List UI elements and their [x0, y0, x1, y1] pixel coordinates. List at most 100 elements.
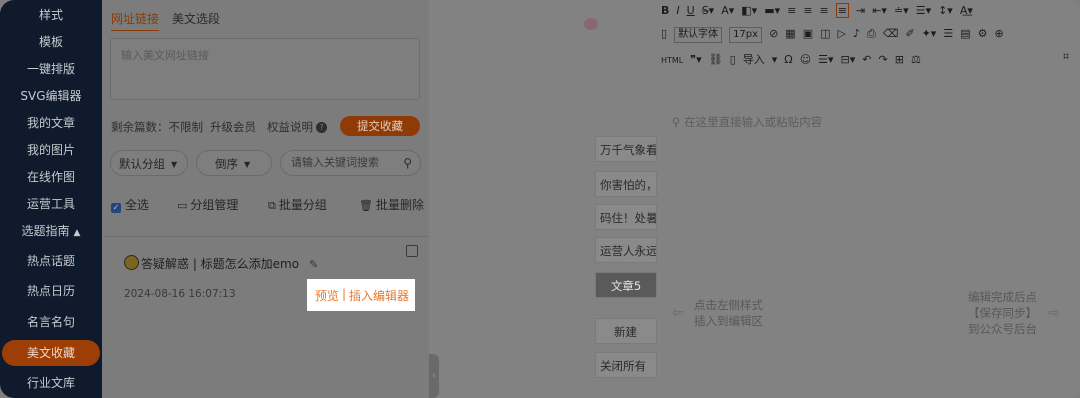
article-item[interactable]: 码住！处暑 [595, 204, 657, 230]
sidebar-item-my-images[interactable]: 我的图片 [0, 142, 102, 158]
gallery-icon[interactable]: ◫ [820, 27, 830, 40]
sidebar-item-style[interactable]: 样式 [0, 7, 102, 23]
zoom-icon[interactable]: ⊕ [995, 27, 1004, 40]
edit-pencil-icon[interactable]: ✎ [309, 258, 318, 271]
group-select[interactable]: 默认分组 ▼ [110, 150, 188, 176]
link-icon[interactable]: ⛓ [709, 53, 723, 66]
toolbar-row-1: B I U S̶▾ A▾ ◧▾ ▬▾ ≡ ≡ ≡ ≡ ⇥ ⇤▾ ≐▾ ☰▾ ↕▾ A͟▾ [661, 3, 980, 18]
sidebar-item-ops-tools[interactable]: 运营工具 [0, 196, 102, 212]
article-item[interactable]: 万千气象看 [595, 136, 657, 162]
article-5-button[interactable]: 文章5 [595, 272, 657, 298]
article-item[interactable]: 运营人永远 [595, 237, 657, 263]
sidebar-item-label: 选题指南 [21, 224, 70, 238]
batch-delete-button[interactable]: 🗑 批量删除 [359, 196, 424, 213]
align-center-icon[interactable]: ≡ [803, 4, 812, 17]
table-icon[interactable]: ▦ [785, 27, 795, 40]
close-all-button[interactable]: 关闭所有 [595, 352, 657, 378]
submit-collection-button[interactable]: 提交收藏 [340, 116, 420, 136]
underline-icon[interactable]: U [687, 4, 695, 17]
sidebar-item-my-articles[interactable]: 我的文章 [0, 115, 102, 131]
quota-text: 剩余篇数：不限制 [111, 120, 203, 134]
upgrade-link[interactable]: 升级会员 [210, 119, 256, 135]
sidebar-item-article-collection[interactable]: 美文收藏 [2, 340, 100, 366]
divider-icon[interactable]: ⊟▾ [841, 53, 856, 66]
strikethrough-icon[interactable]: S̶▾ [702, 4, 715, 17]
list-options-icon[interactable]: ☰▾ [818, 53, 833, 66]
italic-icon[interactable]: I [676, 4, 679, 17]
insert-editor-link[interactable]: 插入编辑器 [349, 287, 409, 304]
dropdown-arrow-icon: ▼ [171, 159, 178, 169]
tab-article-excerpt[interactable]: 美文选段 [172, 10, 220, 27]
clear-format-icon[interactable]: ⊘ [769, 27, 778, 40]
batch-group-button[interactable]: ⧉ 批量分组 [268, 196, 327, 213]
audio-icon[interactable]: ♪ [853, 27, 860, 40]
search-input[interactable]: 请输入关键词搜索 ⚲ [280, 150, 421, 176]
select-all-checkbox[interactable]: ✓ 全选 [111, 196, 149, 213]
format-painter-icon[interactable]: ⊞ [895, 53, 904, 66]
editor-placeholder[interactable]: ⚲ 在这里直接输入或粘贴内容 [672, 114, 822, 130]
indent-icon[interactable]: ⇥ [856, 4, 865, 17]
rights-link[interactable]: 权益说明? [267, 119, 327, 135]
magic-icon[interactable]: ✦▾ [922, 27, 937, 40]
print-icon[interactable]: ⎙ [867, 27, 876, 40]
image-icon[interactable]: ▣ [803, 27, 813, 40]
article-item[interactable]: 你害怕的， [595, 171, 657, 197]
html-icon[interactable]: HTML [661, 56, 683, 65]
align-justify-icon[interactable]: ≡ [835, 3, 849, 18]
font-family-select[interactable]: 默认字体 [674, 27, 723, 43]
font-size-select[interactable]: 17px [729, 27, 763, 43]
arrow-left-icon: ⇦ [672, 305, 684, 321]
collection-card: 答疑解惑 | 标题怎么添加emo ✎ 2024-08-16 16:07:13 预览… [104, 236, 428, 321]
line-height-icon[interactable]: ↕▾ [938, 4, 953, 17]
collapse-toggle[interactable]: ‹ [429, 354, 439, 398]
settings-icon[interactable]: ⚙ [978, 27, 988, 40]
sidebar-item-hot-calendar[interactable]: 热点日历 [0, 283, 102, 299]
card-checkbox[interactable] [406, 245, 418, 257]
sidebar-item-quotes[interactable]: 名言名句 [0, 314, 102, 330]
order-select[interactable]: 倒序 ▼ [196, 150, 272, 176]
preview-link[interactable]: 预览 [315, 287, 339, 304]
align-left-icon[interactable]: ≡ [787, 4, 796, 17]
document-icon[interactable]: ▯ [661, 27, 667, 40]
background-color-icon[interactable]: ◧▾ [741, 4, 757, 17]
video-icon[interactable]: ▷ [838, 27, 846, 40]
sidebar-item-topic-guide[interactable]: 选题指南 ▲ [0, 223, 102, 241]
search-placeholder: 请输入关键词搜索 [291, 156, 379, 169]
omega-icon[interactable]: Ω [784, 53, 792, 66]
font-color-icon[interactable]: A▾ [721, 4, 734, 17]
quote-icon[interactable]: ❞▾ [690, 53, 701, 66]
align-right-icon[interactable]: ≡ [820, 4, 829, 17]
emoji-icon[interactable]: ☺ [800, 53, 811, 66]
sidebar-item-template[interactable]: 模板 [0, 34, 102, 50]
sidebar: 样式 模板 一键排版 SVG编辑器 我的文章 我的图片 在线作图 运营工具 选题… [0, 0, 102, 398]
tab-url-link[interactable]: 网址链接 [111, 10, 160, 31]
sidebar-item-hot-topics[interactable]: 热点话题 [0, 253, 102, 269]
sidebar-item-industry-library[interactable]: 行业文库 [0, 375, 102, 391]
undo-icon[interactable]: ↶ [862, 53, 871, 66]
brush-icon[interactable]: ✐ [905, 27, 914, 40]
outdent-icon[interactable]: ⇤▾ [872, 4, 887, 17]
template-icon[interactable]: ▤ [960, 27, 970, 40]
search-icon[interactable]: ⚲ [403, 151, 412, 175]
list-icon[interactable]: ☰ [943, 27, 953, 40]
spacing-icon[interactable]: ≐▾ [894, 4, 909, 17]
paragraph-spacing-icon[interactable]: ☰▾ [916, 4, 931, 17]
new-button[interactable]: 新建 [595, 318, 657, 344]
format-icon[interactable]: ▬▾ [764, 4, 780, 17]
unlink-icon[interactable]: ▯ [730, 53, 736, 66]
weight-icon[interactable]: ⚖ [911, 53, 921, 66]
group-manage-button[interactable]: ▭ 分组管理 [177, 196, 238, 213]
bold-icon[interactable]: B [661, 4, 669, 17]
import-button[interactable]: 导入 ▾ [743, 53, 778, 66]
folder-icon: ▭ [177, 199, 188, 212]
sidebar-item-online-drawing[interactable]: 在线作图 [0, 169, 102, 185]
collection-panel: 网址链接 美文选段 输入美文网址链接 剩余篇数：不限制 升级会员 权益说明? 提… [102, 0, 429, 398]
card-title[interactable]: 答疑解惑 | 标题怎么添加emo ✎ [124, 255, 318, 272]
url-input[interactable]: 输入美文网址链接 [110, 38, 420, 100]
sidebar-item-svg-editor[interactable]: SVG编辑器 [0, 88, 102, 104]
redo-icon[interactable]: ↷ [879, 53, 888, 66]
font-size-icon[interactable]: A͟▾ [960, 4, 973, 17]
sidebar-item-one-click-layout[interactable]: 一键排版 [0, 61, 102, 77]
fullscreen-icon[interactable]: ⌗ [1063, 50, 1069, 64]
eraser-icon[interactable]: ⌫ [883, 27, 899, 40]
